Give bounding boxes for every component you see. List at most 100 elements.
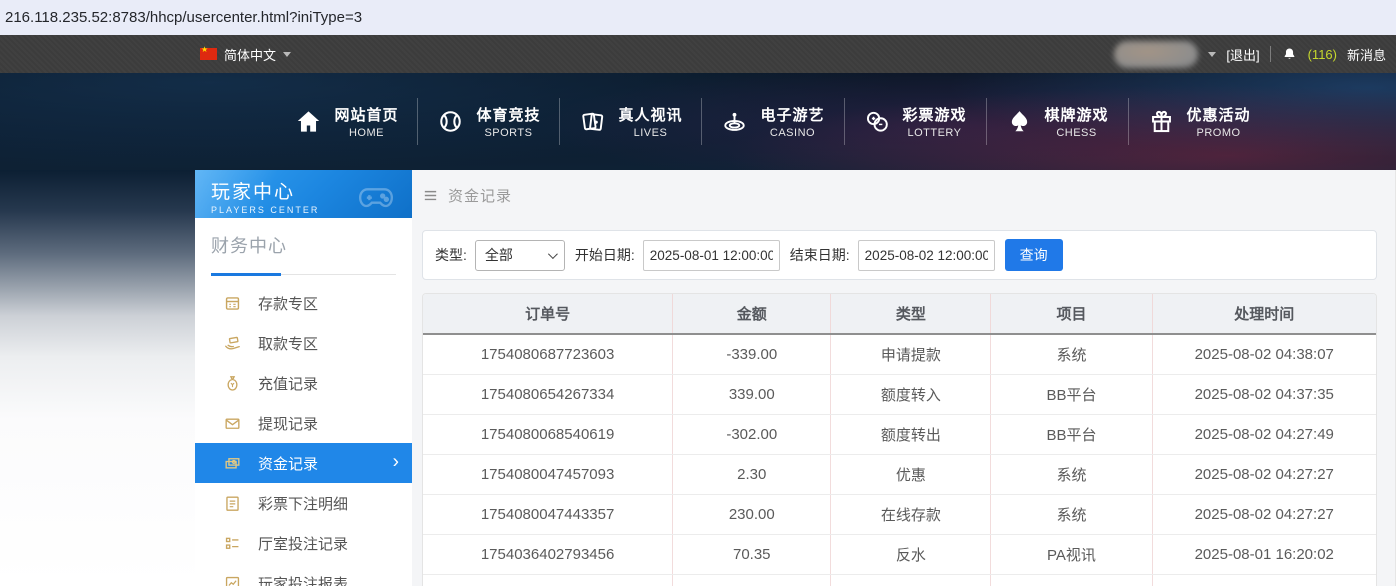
sidebar-item-withdraw-area[interactable]: 取款专区 (195, 323, 412, 363)
hamburger-icon[interactable] (422, 187, 439, 204)
table-cell: 额度转入 (831, 374, 991, 414)
nav-item-promo[interactable]: 优惠活动PROMO (1128, 98, 1270, 145)
nav-label-en: SPORTS (476, 127, 540, 139)
table-cell: 系统 (991, 334, 1152, 374)
table-cell: 反水 (831, 534, 991, 574)
table-cell: 优惠 (831, 454, 991, 494)
page-title: 资金记录 (448, 185, 512, 206)
table-row: 1754080068540619-302.00额度转出BB平台2025-08-0… (423, 414, 1376, 454)
start-date-input[interactable] (643, 240, 780, 271)
nav-item-lives[interactable]: 真人视讯 LIVES (559, 98, 701, 145)
table-cell: 339.00 (673, 374, 831, 414)
language-label: 简体中文 (224, 45, 276, 64)
nav-label-en: LIVES (618, 127, 682, 139)
table-row: 17540800474570932.30优惠系统2025-08-02 04:27… (423, 454, 1376, 494)
table-row: 1754080654267334339.00额度转入BB平台2025-08-02… (423, 374, 1376, 414)
divider (1270, 46, 1271, 62)
table-row: 1754080687723603-339.00申请提款系统2025-08-02 … (423, 334, 1376, 374)
list-icon (223, 534, 242, 553)
column-header: 项目 (991, 294, 1152, 334)
table-cell: 1754036402793456 (423, 534, 673, 574)
type-select[interactable]: 全部 (475, 240, 565, 271)
sidebar-menu: 存款专区取款专区充值记录提现记录资金记录 › 彩票下注明细厅室投注记录玩家投注报表 (195, 275, 412, 586)
nav-item-lottery[interactable]: 彩票游戏LOTTERY (844, 98, 986, 145)
nav-label-en: HOME (334, 127, 398, 139)
breadcrumb: 资金记录 (422, 184, 1377, 206)
sidebar-item-report[interactable]: 玩家投注报表 (195, 563, 412, 586)
nav-item-home[interactable]: 网站首页HOME (276, 98, 417, 145)
column-header: 类型 (831, 294, 991, 334)
table-cell: 2025-08-01 16:20:02 (1152, 534, 1376, 574)
report-chart-icon (223, 574, 242, 586)
table-cell: 2025-08-02 04:37:35 (1152, 374, 1376, 414)
sidebar-item-label: 资金记录 (258, 453, 318, 474)
search-button[interactable]: 查询 (1005, 239, 1063, 271)
username-redacted[interactable] (1114, 41, 1198, 68)
deposit-card-icon (223, 294, 242, 313)
table-cell: 系统 (991, 454, 1152, 494)
nav-label-zh: 真人视讯 (618, 104, 682, 125)
sidebar-item-label: 厅室投注记录 (258, 533, 348, 554)
url-text: 216.118.235.52:8783/hhcp/usercenter.html… (5, 9, 362, 26)
spade-icon (1006, 108, 1033, 135)
nav-label-en: PROMO (1187, 127, 1251, 139)
table-cell: PA视讯 (991, 534, 1152, 574)
sidebar-item-label: 充值记录 (258, 373, 318, 394)
column-header: 处理时间 (1152, 294, 1376, 334)
sidebar-item-funds[interactable]: 资金记录 › (195, 443, 412, 483)
sidebar: 玩家中心 PLAYERS CENTER 财务中心 存款专区取款专区充值记录提现记… (195, 170, 412, 586)
nav-item-casino[interactable]: 电子游艺CASINO (701, 98, 843, 145)
sidebar-item-label: 提现记录 (258, 413, 318, 434)
sidebar-item-label: 玩家投注报表 (258, 573, 348, 586)
hand-money-icon (223, 334, 242, 353)
table-cell: 2025-08-02 04:27:49 (1152, 414, 1376, 454)
nav-item-sports[interactable]: 体育竞技SPORTS (417, 98, 559, 145)
table-cell: BB平台 (991, 414, 1152, 454)
filter-panel: 类型: 全部 开始日期: 结束日期: 查询 (422, 230, 1377, 280)
end-date-input[interactable] (858, 240, 995, 271)
table-cell: 2025-08-02 04:27:27 (1152, 494, 1376, 534)
sidebar-item-deposit[interactable]: 存款专区 (195, 283, 412, 323)
chevron-down-icon[interactable] (1208, 52, 1216, 57)
table-cell: 2025-08-02 04:27:27 (1152, 454, 1376, 494)
table-cell: BB平台 (991, 374, 1152, 414)
funds-table: 订单号金额类型项目处理时间 1754080687723603-339.00申请提… (423, 294, 1376, 586)
table-header-row: 订单号金额类型项目处理时间 (423, 294, 1376, 334)
table-cell: 1754080047443357 (423, 494, 673, 534)
table-cell: -302.00 (673, 414, 831, 454)
sidebar-item-doc[interactable]: 彩票下注明细 (195, 483, 412, 523)
sidebar-item-label: 存款专区 (258, 293, 318, 314)
main-nav-items: 网站首页HOME体育竞技SPORTS真人视讯LIVES电子游艺CASINO彩票游… (276, 98, 1269, 145)
nav-label-zh: 彩票游戏 (903, 104, 967, 125)
lottery-balls-icon (864, 108, 891, 135)
nav-item-chess[interactable]: 棋牌游戏CHESS (986, 98, 1128, 145)
table-cell: -339.00 (673, 334, 831, 374)
nav-label-en: CASINO (760, 127, 824, 139)
type-select-value: 全部 (485, 245, 513, 265)
chevron-right-icon: › (393, 453, 399, 472)
table-cell: 1754080068540619 (423, 414, 673, 454)
gift-icon (1148, 108, 1175, 135)
table-cell: 2.30 (673, 454, 831, 494)
money-bag-icon (223, 374, 242, 393)
sidebar-item-withdraw-record[interactable]: 提现记录 (195, 403, 412, 443)
sidebar-item-label: 彩票下注明细 (258, 493, 348, 514)
new-messages-link[interactable]: 新消息 (1347, 45, 1386, 64)
table-cell: 1754080687723603 (423, 334, 673, 374)
browser-url-bar[interactable]: 216.118.235.52:8783/hhcp/usercenter.html… (0, 0, 1396, 35)
topbar: 简体中文 [退出] (116) 新消息 (0, 35, 1396, 73)
message-count[interactable]: (116) (1308, 47, 1337, 62)
table-cell: 2025-08-02 04:38:07 (1152, 334, 1376, 374)
finance-section-header: 财务中心 (211, 232, 396, 275)
logout-link[interactable]: [退出] (1226, 45, 1259, 64)
sidebar-item-recharge[interactable]: 充值记录 (195, 363, 412, 403)
main-nav: 网站首页HOME体育竞技SPORTS真人视讯LIVES电子游艺CASINO彩票游… (0, 73, 1396, 170)
table-row: 175403640279345670.35反水PA视讯2025-08-01 16… (423, 534, 1376, 574)
background-gradient (0, 170, 195, 586)
sidebar-item-list[interactable]: 厅室投注记录 (195, 523, 412, 563)
bell-icon[interactable] (1281, 46, 1298, 63)
table-cell: 1754080047457093 (423, 454, 673, 494)
language-selector[interactable]: 简体中文 (200, 45, 291, 64)
table-row: 1754080047443357230.00在线存款系统2025-08-02 0… (423, 494, 1376, 534)
chevron-down-icon (548, 249, 558, 259)
